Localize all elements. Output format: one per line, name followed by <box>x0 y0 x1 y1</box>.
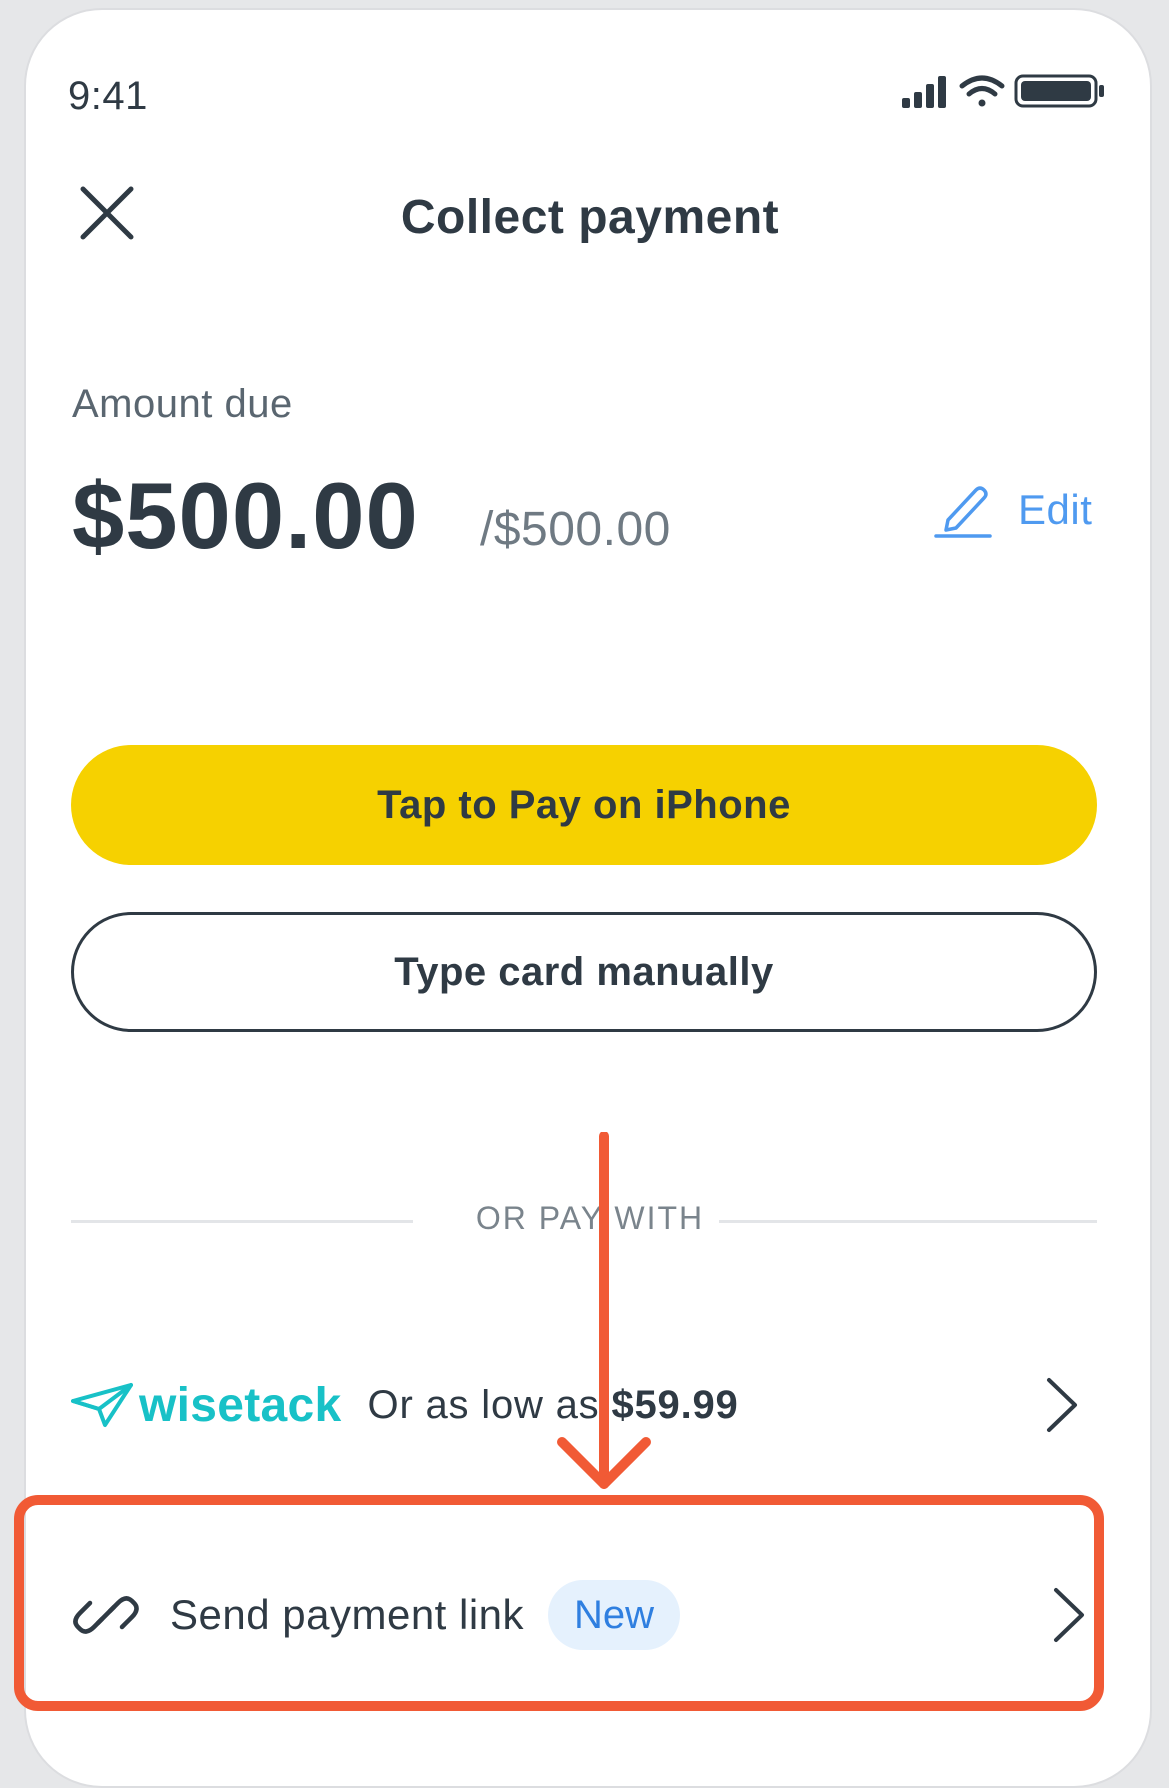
wisetack-price: $59.99 <box>611 1382 739 1427</box>
battery-icon <box>1014 74 1104 108</box>
wisetack-text: Or as low as <box>367 1382 600 1427</box>
new-badge: New <box>548 1580 681 1650</box>
chevron-right-icon <box>1054 1588 1084 1642</box>
page-title: Collect payment <box>400 191 780 244</box>
wisetack-financing-row[interactable]: wisetack Or as low as $59.99 <box>71 1350 1097 1460</box>
amount-total: /$500.00 <box>480 503 671 556</box>
amount-due-label: Amount due <box>72 382 293 426</box>
status-time: 9:41 <box>68 74 148 118</box>
amount-due-value: $500.00 <box>72 463 419 568</box>
tap-to-pay-button[interactable]: Tap to Pay on iPhone <box>71 745 1097 865</box>
or-pay-with-label: OR PAY WITH <box>475 1200 705 1236</box>
link-icon <box>73 1596 139 1634</box>
phone-screen: 9:41 Collect payment Amount due $500.00 … <box>24 8 1152 1788</box>
wisetack-logo: wisetack <box>71 1378 342 1433</box>
chevron-right-icon <box>1047 1378 1077 1432</box>
type-card-manually-button[interactable]: Type card manually <box>71 912 1097 1032</box>
paper-plane-icon <box>71 1383 133 1427</box>
send-payment-link-row[interactable]: Send payment link New <box>36 1515 1136 1715</box>
wifi-icon <box>959 75 1005 107</box>
send-payment-link-label: Send payment link <box>170 1591 525 1638</box>
status-icons <box>902 74 1104 108</box>
wisetack-brand-name: wisetack <box>139 1378 342 1432</box>
cellular-signal-icon <box>902 76 946 108</box>
pencil-icon <box>934 486 992 538</box>
edit-label: Edit <box>1018 486 1093 533</box>
edit-amount-button[interactable]: Edit <box>934 480 1092 540</box>
